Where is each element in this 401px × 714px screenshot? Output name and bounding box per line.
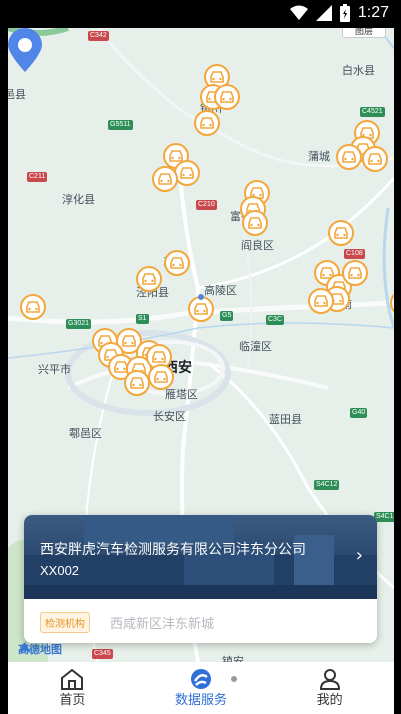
place-label: 阎良区 bbox=[241, 240, 274, 252]
station-card[interactable]: 西安胖虎汽车检测服务有限公司沣东分公司 XX002 › 检测机构 西咸新区沣东新… bbox=[24, 515, 377, 643]
road-label: S4C12 bbox=[314, 480, 340, 490]
current-location-pin bbox=[8, 28, 42, 72]
data-service-icon bbox=[191, 669, 211, 689]
road-label: C3C bbox=[266, 315, 285, 325]
place-label: 长安区 bbox=[153, 411, 186, 423]
road-label: G5 bbox=[220, 311, 234, 321]
station-marker[interactable] bbox=[20, 294, 46, 320]
nav-home-label: 首页 bbox=[59, 692, 86, 707]
place-label: 雁塔区 bbox=[165, 389, 198, 401]
station-photo: 西安胖虎汽车检测服务有限公司沣东分公司 XX002 › bbox=[24, 515, 377, 599]
station-marker[interactable] bbox=[328, 220, 354, 246]
station-type-badge: 检测机构 bbox=[40, 612, 90, 633]
car-icon bbox=[342, 151, 356, 163]
station-address: 西咸新区沣东新城 bbox=[110, 616, 215, 631]
place-label: 镇安 bbox=[222, 656, 244, 662]
status-time: 1:27 bbox=[357, 4, 389, 21]
nav-profile[interactable]: 我的 bbox=[265, 662, 394, 714]
place-label: 高陵区 bbox=[204, 285, 237, 297]
nav-data-service-label: 数据服务 bbox=[175, 692, 228, 707]
road-label: G3021 bbox=[66, 319, 92, 329]
station-marker[interactable] bbox=[136, 266, 162, 292]
chevron-right-icon[interactable]: › bbox=[356, 545, 363, 566]
left-edge bbox=[0, 28, 8, 714]
nav-profile-label: 我的 bbox=[316, 692, 343, 707]
location-dot bbox=[198, 294, 204, 300]
layers-button[interactable]: 图层 bbox=[342, 28, 386, 38]
car-icon bbox=[154, 371, 168, 383]
signal-icon bbox=[315, 5, 332, 21]
home-icon bbox=[61, 668, 84, 690]
car-icon bbox=[348, 267, 362, 279]
car-icon bbox=[368, 153, 382, 165]
place-label: 蒲城 bbox=[308, 151, 330, 163]
station-marker[interactable] bbox=[362, 146, 388, 172]
wifi-icon bbox=[289, 5, 308, 20]
car-icon bbox=[130, 377, 144, 389]
car-icon bbox=[152, 351, 166, 363]
place-label: 邑县 bbox=[8, 89, 26, 101]
road-label: G40 bbox=[350, 408, 368, 418]
car-icon bbox=[220, 91, 234, 103]
station-marker[interactable] bbox=[152, 166, 178, 192]
place-label: 蓝田县 bbox=[269, 414, 302, 426]
road-label: G5511 bbox=[108, 120, 133, 130]
car-icon bbox=[210, 71, 224, 83]
station-marker[interactable] bbox=[342, 260, 368, 286]
road-label: S1 bbox=[136, 314, 149, 324]
road-label: C342 bbox=[88, 31, 109, 41]
station-code: XX002 bbox=[40, 563, 80, 578]
station-marker[interactable] bbox=[164, 250, 190, 276]
nav-home[interactable]: 首页 bbox=[8, 662, 137, 714]
place-label: 兴平市 bbox=[38, 364, 71, 376]
road-label: C211 bbox=[27, 172, 48, 182]
station-marker[interactable] bbox=[124, 370, 150, 396]
car-icon bbox=[170, 257, 184, 269]
battery-icon bbox=[339, 4, 350, 22]
profile-icon bbox=[319, 669, 340, 690]
station-marker[interactable] bbox=[308, 288, 334, 314]
car-icon bbox=[314, 295, 328, 307]
car-icon bbox=[142, 273, 156, 285]
car-icon bbox=[200, 117, 214, 129]
station-marker[interactable] bbox=[148, 364, 174, 390]
nav-data-service[interactable]: 数据服务 bbox=[137, 662, 266, 714]
place-label: 白水县 bbox=[342, 65, 375, 77]
nav-indicator-dot bbox=[231, 676, 238, 682]
station-name: 西安胖虎汽车检测服务有限公司沣东分公司 bbox=[40, 541, 306, 557]
amap-logo-icon bbox=[19, 642, 31, 653]
station-marker[interactable] bbox=[242, 210, 268, 236]
right-edge bbox=[393, 28, 401, 714]
place-label: 鄠邑区 bbox=[69, 428, 102, 440]
car-icon bbox=[180, 167, 194, 179]
status-bar: 1:27 bbox=[0, 0, 401, 28]
car-icon bbox=[248, 217, 262, 229]
station-marker[interactable] bbox=[336, 144, 362, 170]
amap-logo: 高德地图 bbox=[18, 642, 62, 656]
car-icon bbox=[194, 303, 208, 315]
car-icon bbox=[122, 335, 136, 347]
station-marker[interactable] bbox=[214, 84, 240, 110]
road-label: C210 bbox=[196, 200, 217, 210]
car-icon bbox=[158, 173, 172, 185]
road-label: C4521 bbox=[360, 107, 385, 117]
road-label: S4C1 bbox=[374, 512, 394, 522]
car-icon bbox=[26, 301, 40, 313]
station-marker[interactable] bbox=[194, 110, 220, 136]
road-label: C345 bbox=[92, 649, 113, 659]
road-label: C108 bbox=[344, 249, 365, 259]
station-marker[interactable] bbox=[174, 160, 200, 186]
bottom-nav: 首页 数据服务 我的 bbox=[8, 662, 394, 714]
station-info: 检测机构 西咸新区沣东新城 bbox=[24, 599, 377, 643]
place-label: 淳化县 bbox=[62, 194, 95, 206]
car-icon bbox=[334, 227, 348, 239]
place-label: 临潼区 bbox=[239, 341, 272, 353]
